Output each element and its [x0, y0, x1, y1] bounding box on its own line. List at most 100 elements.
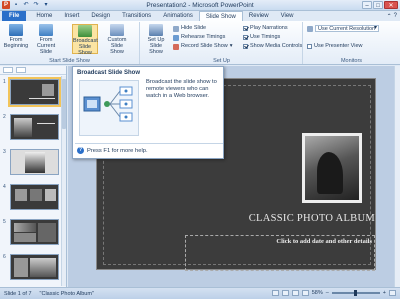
status-left: Slide 1 of 7 "Classic Photo Album": [4, 291, 94, 297]
slide-thumbnail-5[interactable]: [10, 219, 59, 245]
ribbon-tabs: File Home Insert Design Transitions Anim…: [0, 11, 400, 21]
group-start-slide-show: From Beginning From Current Slide Broadc…: [0, 22, 140, 64]
use-timings-check[interactable]: [243, 35, 248, 40]
zoom-slider[interactable]: [331, 290, 380, 296]
tooltip-divider: [75, 143, 223, 144]
tab-animations[interactable]: Animations: [157, 11, 199, 21]
zoom-in-icon[interactable]: +: [383, 290, 386, 296]
slide-number: 6: [3, 254, 6, 260]
custom-show-icon: [110, 24, 124, 36]
slide-thumb-row[interactable]: 3: [3, 149, 63, 177]
help-icon: ?: [77, 147, 84, 154]
window-title: Presentation2 - Microsoft PowerPoint: [146, 2, 254, 9]
from-current-slide-button[interactable]: From Current Slide: [33, 24, 59, 55]
show-media-label: Show Media Controls: [250, 43, 303, 49]
custom-slide-show-button[interactable]: Custom Slide Show: [104, 24, 130, 55]
slide-show-view-button[interactable]: [301, 290, 309, 296]
help-icon[interactable]: ?: [394, 13, 397, 19]
maximize-button[interactable]: □: [373, 1, 383, 9]
subtitle-placeholder[interactable]: Click to add date and other details: [185, 235, 375, 271]
rehearse-label: Rehearse Timings: [181, 34, 226, 40]
outline-tab[interactable]: [16, 67, 26, 73]
slide-photo[interactable]: [302, 133, 362, 203]
broadcast-label: Broadcast Slide Show: [73, 38, 98, 56]
slide-number: 5: [3, 219, 6, 225]
slide-title[interactable]: CLASSIC PHOTO ALBUM: [217, 213, 375, 224]
subtitle-placeholder-text: Click to add date and other details: [276, 238, 372, 245]
presenter-view-checkbox[interactable]: Use Presenter View: [307, 43, 363, 50]
slide-thumbnail-1[interactable]: [8, 77, 61, 107]
hide-slide-button[interactable]: Hide Slide: [173, 25, 206, 32]
record-slide-show-button[interactable]: Record Slide Show ▾: [173, 43, 233, 50]
resolution-dropdown[interactable]: Use Current Resolution: [315, 25, 379, 32]
custom-label: Custom Slide Show: [107, 37, 127, 55]
tab-review[interactable]: Review: [243, 11, 275, 21]
reading-view-button[interactable]: [291, 290, 299, 296]
scrollbar-thumb[interactable]: [62, 79, 66, 129]
show-media-check[interactable]: [243, 44, 248, 49]
slides-panel-scrollbar[interactable]: [61, 76, 66, 286]
tab-view[interactable]: View: [275, 11, 300, 21]
from-beginning-label: From Beginning: [3, 37, 29, 49]
status-bar: Slide 1 of 7 "Classic Photo Album" 58% –…: [0, 287, 400, 299]
record-icon: [173, 43, 179, 50]
set-up-slide-show-button[interactable]: Set Up Slide Show: [143, 24, 169, 55]
group-set-up: Set Up Slide Show Hide Slide Rehearse Ti…: [141, 22, 303, 64]
play-narrations-check[interactable]: [243, 26, 248, 31]
slide-thumb-row[interactable]: 6: [3, 254, 63, 282]
slide-thumb-row[interactable]: 5: [3, 219, 63, 247]
minimize-ribbon-icon[interactable]: ⌃: [387, 13, 392, 20]
play-narrations-checkbox[interactable]: Play Narrations: [243, 25, 288, 32]
group-label-monitors: Monitors: [340, 58, 363, 64]
tab-transitions[interactable]: Transitions: [116, 11, 157, 21]
normal-view-button[interactable]: [271, 290, 279, 296]
rock-photo-image: [305, 136, 359, 200]
hide-slide-icon: [173, 25, 179, 32]
slideshow-play-icon: [9, 24, 23, 36]
zoom-level[interactable]: 58%: [312, 290, 323, 296]
ribbon: From Beginning From Current Slide Broadc…: [0, 21, 400, 65]
broadcast-icon: [78, 25, 92, 37]
broadcast-diagram-icon: [83, 86, 133, 122]
play-narrations-label: Play Narrations: [250, 25, 288, 31]
slide-thumbnail-3[interactable]: [10, 149, 59, 175]
minimize-button[interactable]: –: [362, 1, 372, 9]
from-current-label: From Current Slide: [36, 37, 56, 55]
slide-thumbnail-4[interactable]: [10, 184, 59, 210]
from-beginning-button[interactable]: From Beginning: [3, 24, 29, 49]
editor-scrollbar[interactable]: [394, 66, 400, 287]
fit-to-window-button[interactable]: [389, 290, 396, 296]
slide-thumb-row[interactable]: 1: [3, 77, 63, 107]
slide-counter: Slide 1 of 7: [4, 291, 32, 297]
tooltip-description: Broadcast the slide show to remote viewe…: [146, 79, 217, 99]
group-label-setup: Set Up: [213, 58, 230, 64]
broadcast-tooltip: Broadcast Slide Show Broadcast the slide…: [72, 66, 224, 159]
slide-sorter-view-button[interactable]: [281, 290, 289, 296]
slide-thumbnail-2[interactable]: [10, 114, 59, 140]
slides-panel: 1 2 3 4 5 6: [0, 66, 67, 287]
use-timings-label: Use Timings: [250, 34, 281, 40]
tab-design[interactable]: Design: [85, 11, 116, 21]
stopwatch-icon: [173, 34, 179, 41]
show-media-controls-checkbox[interactable]: Show Media Controls: [243, 43, 302, 50]
presenter-view-check[interactable]: [307, 44, 312, 49]
slide-thumb-row[interactable]: 2: [3, 114, 63, 142]
tab-file[interactable]: File: [2, 11, 27, 21]
slide-thumb-row[interactable]: 4: [3, 184, 63, 212]
close-button[interactable]: ✕: [384, 1, 398, 9]
tab-slide-show[interactable]: Slide Show: [198, 11, 243, 21]
rehearse-timings-button[interactable]: Rehearse Timings: [173, 34, 225, 41]
title-bar: P ▪ ↶ ↷ ▾ Presentation2 - Microsoft Powe…: [0, 0, 400, 11]
slide-number: 2: [3, 114, 6, 120]
use-timings-checkbox[interactable]: Use Timings: [243, 34, 280, 41]
zoom-out-icon[interactable]: –: [326, 290, 329, 296]
tab-home[interactable]: Home: [30, 11, 58, 21]
slideshow-current-icon: [39, 24, 53, 36]
resolution-control: Use Current Resolution: [307, 25, 379, 32]
tab-insert[interactable]: Insert: [58, 11, 85, 21]
slide-number: 4: [3, 184, 6, 190]
slides-tab[interactable]: [3, 67, 13, 73]
slide-thumbnail-6[interactable]: [10, 254, 59, 280]
broadcast-slide-show-button[interactable]: Broadcast Slide Show: [72, 24, 98, 56]
chevron-down-icon: ▾: [229, 43, 233, 49]
